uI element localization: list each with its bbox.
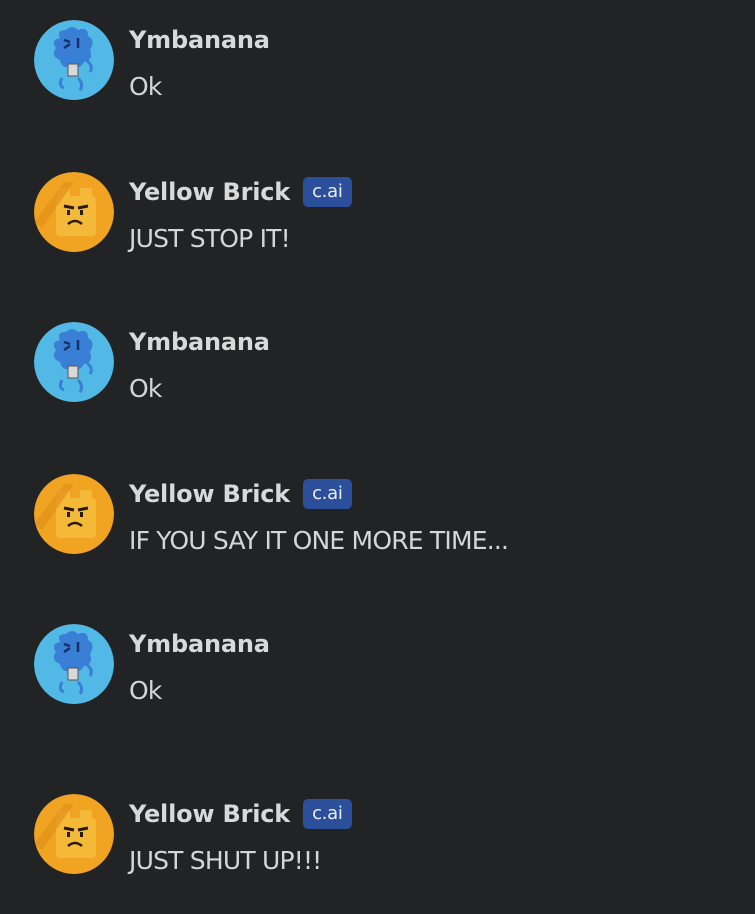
chat-message: Yellow Brick c.ai JUST SHUT UP!!! [34, 794, 734, 884]
message-text: Ok [129, 374, 162, 403]
yellow-brick-angry-avatar-icon [34, 172, 114, 252]
chat-message: Yellow Brick c.ai JUST STOP IT! [34, 172, 734, 262]
blue-fluffy-character-avatar-icon [34, 20, 114, 100]
message-text: JUST SHUT UP!!! [129, 846, 322, 875]
message-text: Ok [129, 676, 162, 705]
user-avatar[interactable] [34, 20, 114, 100]
message-author: Yellow Brick [129, 178, 291, 206]
blue-fluffy-character-avatar-icon [34, 322, 114, 402]
yellow-brick-angry-avatar-icon [34, 794, 114, 874]
bot-avatar[interactable] [34, 474, 114, 554]
message-author: Yellow Brick [129, 480, 291, 508]
chat-message: Ymbanana Ok [34, 624, 734, 714]
message-text: IF YOU SAY IT ONE MORE TIME... [129, 526, 509, 555]
chat-message: Ymbanana Ok [34, 20, 734, 110]
ai-badge: c.ai [303, 177, 352, 207]
ai-badge: c.ai [303, 479, 352, 509]
message-text: Ok [129, 72, 162, 101]
bot-avatar[interactable] [34, 794, 114, 874]
yellow-brick-angry-avatar-icon [34, 474, 114, 554]
message-author: Ymbanana [129, 630, 270, 658]
blue-fluffy-character-avatar-icon [34, 624, 114, 704]
user-avatar[interactable] [34, 624, 114, 704]
ai-badge: c.ai [303, 799, 352, 829]
message-author: Yellow Brick [129, 800, 291, 828]
chat-message: Yellow Brick c.ai IF YOU SAY IT ONE MORE… [34, 474, 734, 564]
message-author: Ymbanana [129, 26, 270, 54]
message-text: JUST STOP IT! [129, 224, 291, 253]
bot-avatar[interactable] [34, 172, 114, 252]
user-avatar[interactable] [34, 322, 114, 402]
message-author: Ymbanana [129, 328, 270, 356]
chat-message: Ymbanana Ok [34, 322, 734, 412]
